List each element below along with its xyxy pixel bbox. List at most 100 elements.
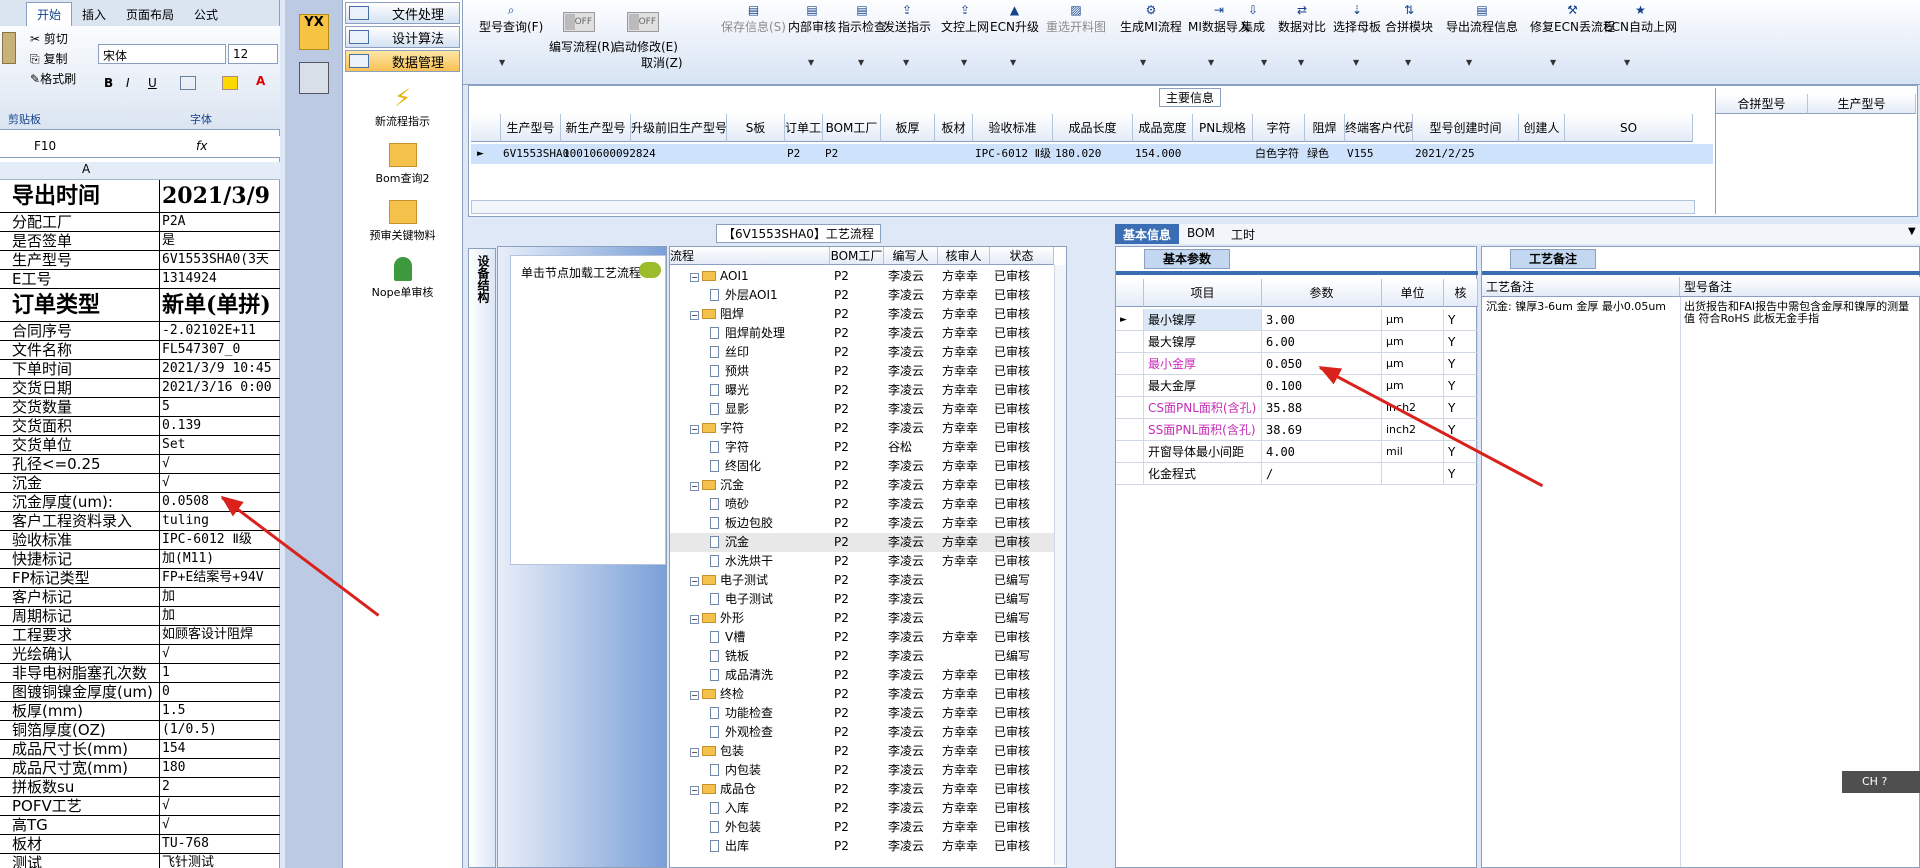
param-check[interactable]: Y xyxy=(1444,463,1478,485)
button-send-instruction[interactable]: ⇪ 发送指示 xyxy=(883,4,931,35)
button-model-query[interactable]: ⌕ 型号查询(F) xyxy=(479,4,543,35)
param-unit[interactable]: μm xyxy=(1382,375,1444,397)
model-remark-text[interactable]: 出货报告和FAI报告中需包含金厚和镍厚的测量值 符合RoHS 此板无金手指 xyxy=(1684,301,1918,325)
sheet-row[interactable]: 交货日期 2021/3/16 0:00 xyxy=(0,379,280,398)
fill-color-icon[interactable] xyxy=(222,76,238,90)
fx-icon[interactable]: fx xyxy=(196,139,207,153)
sheet-row[interactable]: E工号 1314924 xyxy=(0,270,280,289)
param-unit[interactable]: μm xyxy=(1382,353,1444,375)
param-value[interactable]: 35.88 xyxy=(1262,397,1382,419)
tree-row[interactable]: 外观检查 P2 李凌云 方幸幸 已审核 xyxy=(670,723,1054,742)
tree-node[interactable]: − 字符 xyxy=(690,419,744,438)
tree-row[interactable]: 出库 P2 李凌云 方幸幸 已审核 xyxy=(670,837,1054,856)
row-indicator[interactable] xyxy=(1116,419,1144,441)
tree-node[interactable]: 终固化 xyxy=(710,457,761,476)
tree-node[interactable]: 显影 xyxy=(710,400,749,419)
cell-value[interactable]: 180 xyxy=(160,759,280,777)
cell-label[interactable]: 成品尺寸长(mm) xyxy=(0,740,160,758)
param-check[interactable]: Y xyxy=(1444,331,1478,353)
main-col-header[interactable]: 新生产型号 xyxy=(561,114,631,142)
param-col-header[interactable]: 项目 xyxy=(1144,279,1262,307)
tree-row[interactable]: − 外形 P2 李凌云 已编写 xyxy=(670,609,1054,628)
tree-node[interactable]: 板边包胶 xyxy=(710,514,773,533)
cell-value[interactable]: 1314924 xyxy=(160,270,280,288)
sheet-row[interactable]: 铜箔厚度(OZ) (1/0.5) xyxy=(0,721,280,740)
tree-row[interactable]: − 电子测试 P2 李凌云 已编写 xyxy=(670,571,1054,590)
cell-value[interactable]: 0 xyxy=(160,683,280,701)
cell-label[interactable]: 板材 xyxy=(0,835,160,853)
chevron-down-icon[interactable]: ▼ xyxy=(858,58,864,67)
tab-formulas[interactable]: 公式 xyxy=(184,3,228,26)
tree-node[interactable]: − 成品仓 xyxy=(690,780,756,799)
param-value[interactable]: / xyxy=(1262,463,1382,485)
param-value[interactable]: 4.00 xyxy=(1262,441,1382,463)
menu-data-management[interactable]: 数据管理 xyxy=(345,50,460,72)
param-col-header[interactable]: 核 xyxy=(1444,279,1478,307)
main-col-header[interactable]: 成品长度 xyxy=(1053,114,1133,142)
cell-label[interactable]: 交货日期 xyxy=(0,379,160,397)
cell-label[interactable]: 交货数量 xyxy=(0,398,160,416)
tree-node[interactable]: V槽 xyxy=(710,628,745,647)
name-box[interactable]: F10 xyxy=(0,137,134,157)
param-check[interactable]: Y xyxy=(1444,397,1478,419)
button-ecn-auto-online[interactable]: ★ ECN自动上网 xyxy=(1604,4,1677,35)
cell-label[interactable]: 导出时间 xyxy=(0,180,160,212)
tree-row[interactable]: 显影 P2 李凌云 方幸幸 已审核 xyxy=(670,400,1054,419)
cell-value[interactable]: 1.5 xyxy=(160,702,280,720)
button-write-process[interactable]: 编写流程(R) xyxy=(549,38,615,55)
button-integrate[interactable]: ⇩ 集成 xyxy=(1241,4,1265,35)
sheet-row[interactable]: 客户标记加 xyxy=(0,588,280,607)
bold-button[interactable]: B xyxy=(104,76,113,90)
button-export-process[interactable]: ▤ 导出流程信息 xyxy=(1446,4,1518,35)
main-cell[interactable]: P2 xyxy=(823,144,838,164)
main-col-header[interactable]: 订单工厂 xyxy=(785,114,823,142)
tree-node[interactable]: 内包装 xyxy=(710,761,761,780)
main-col-header[interactable]: 字符 xyxy=(1253,114,1305,142)
tree-node[interactable]: − 终检 xyxy=(690,685,744,704)
sheet-row[interactable]: 沉金 √ xyxy=(0,474,280,493)
button-generate-mi[interactable]: ⚙ 生成MI流程 xyxy=(1120,4,1182,35)
tree-node[interactable]: 预烘 xyxy=(710,362,749,381)
main-col-header[interactable]: 终端客户代码 xyxy=(1345,114,1413,142)
chevron-down-icon[interactable]: ▼ xyxy=(1908,226,1916,237)
tree-row[interactable]: 外层AOI1 P2 李凌云 方幸幸 已审核 xyxy=(670,286,1054,305)
main-cell[interactable]: IPC-6012 Ⅱ级 xyxy=(973,144,1051,164)
sheet-row[interactable]: 下单时间 2021/3/9 10:45 xyxy=(0,360,280,379)
sheet-row[interactable]: 光绘确认 √ xyxy=(0,645,280,664)
main-cell[interactable] xyxy=(727,144,729,164)
chevron-down-icon[interactable]: ▼ xyxy=(1208,58,1214,67)
main-col-header[interactable]: 型号创建时间 xyxy=(1413,114,1519,142)
tree-node[interactable]: 入库 xyxy=(710,799,749,818)
tree-node[interactable]: 阻焊前处理 xyxy=(710,324,785,343)
param-item[interactable]: SS面PNL面积(含孔) xyxy=(1144,419,1262,441)
sheet-row[interactable]: 客户工程资料录入 tuling xyxy=(0,512,280,531)
sheet-row[interactable]: 合同序号 -2.02102E+11 xyxy=(0,322,280,341)
cell-label[interactable]: 成品尺寸宽(mm) xyxy=(0,759,160,777)
tree-row[interactable]: 外包装 P2 李凌云 方幸幸 已审核 xyxy=(670,818,1054,837)
param-check[interactable]: Y xyxy=(1444,375,1478,397)
sheet-row[interactable]: POFV工艺 √ xyxy=(0,797,280,816)
tree-row[interactable]: 铣板 P2 李凌云 已编写 xyxy=(670,647,1054,666)
tree-row[interactable]: 终固化 P2 李凌云 方幸幸 已审核 xyxy=(670,457,1054,476)
row-indicator[interactable]: ► xyxy=(1116,309,1144,331)
sheet-row[interactable]: 非导电树脂塞孔次数 1 xyxy=(0,664,280,683)
ime-indicator[interactable]: CH ? xyxy=(1842,771,1920,793)
tree-row[interactable]: − 阻焊 P2 李凌云 方幸幸 已审核 xyxy=(670,305,1054,324)
tree-row[interactable]: − 字符 P2 李凌云 方幸幸 已审核 xyxy=(670,419,1054,438)
button-ecn-upgrade[interactable]: ▲ ECN升级 xyxy=(990,4,1039,35)
tree-node[interactable]: 铣板 xyxy=(710,647,749,666)
cell-value[interactable]: 加 xyxy=(160,588,280,606)
cell-label[interactable]: 板厚(mm) xyxy=(0,702,160,720)
tree-row[interactable]: − AOI1 P2 李凌云 方幸幸 已审核 xyxy=(670,267,1054,286)
sheet-row[interactable]: 测试 飞针测试 xyxy=(0,854,280,868)
sheet-row[interactable]: 交货单位 Set xyxy=(0,436,280,455)
cell-label[interactable]: 合同序号 xyxy=(0,322,160,340)
tree-row[interactable]: − 成品仓 P2 李凌云 方幸幸 已审核 xyxy=(670,780,1054,799)
font-color-button[interactable]: A xyxy=(256,74,265,88)
cell-label[interactable]: 文件名称 xyxy=(0,341,160,359)
param-col-header[interactable]: 单位 xyxy=(1382,279,1444,307)
chevron-down-icon[interactable]: ▼ xyxy=(1298,58,1304,67)
tree-row[interactable]: 板边包胶 P2 李凌云 方幸幸 已审核 xyxy=(670,514,1054,533)
tree-row[interactable]: 预烘 P2 李凌云 方幸幸 已审核 xyxy=(670,362,1054,381)
tree-row[interactable]: 功能检查 P2 李凌云 方幸幸 已审核 xyxy=(670,704,1054,723)
